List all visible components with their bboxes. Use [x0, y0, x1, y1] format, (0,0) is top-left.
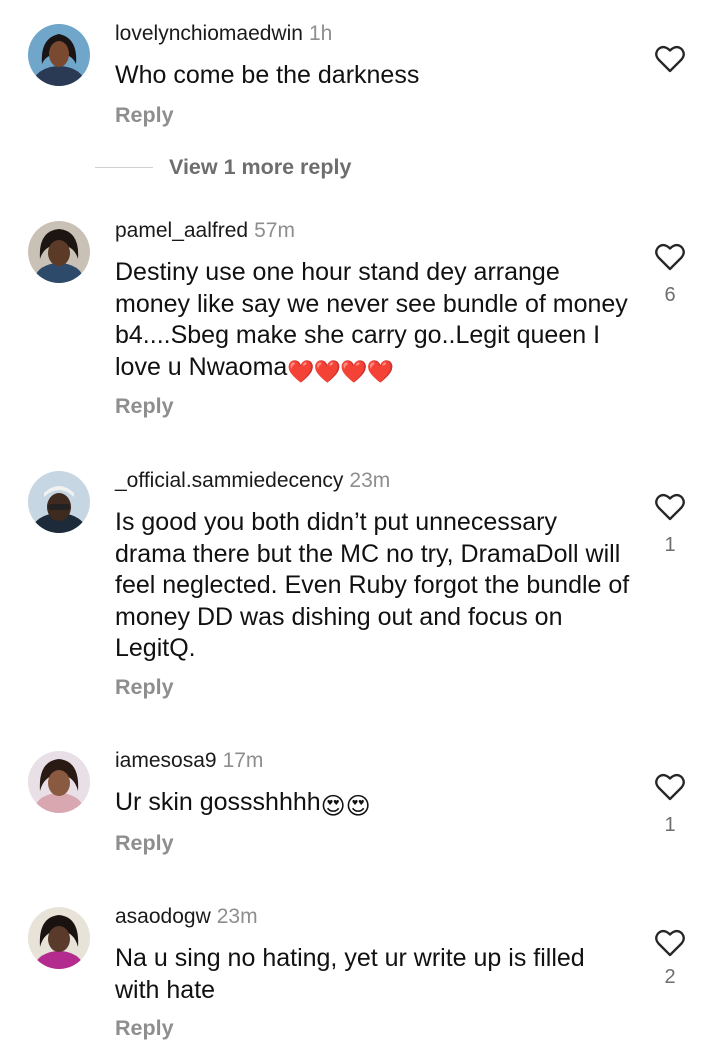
comment-item: _official.sammiedecency 23m Is good you b… — [0, 450, 719, 720]
avatar[interactable] — [28, 24, 90, 86]
comment-meta: _official.sammiedecency 23m — [115, 468, 390, 494]
like-count: 2 — [664, 966, 676, 988]
heart-outline-icon — [655, 493, 685, 521]
comment-meta: lovelynchiomaedwin 1h — [115, 21, 332, 47]
timestamp: 1h — [308, 22, 333, 45]
username[interactable]: pamel_aalfred — [115, 219, 248, 242]
comment-meta: iamesosa9 17m — [115, 748, 263, 774]
username[interactable]: iamesosa9 — [115, 749, 217, 772]
heart-outline-icon — [655, 45, 685, 73]
heart-outline-icon — [655, 773, 685, 801]
avatar[interactable] — [28, 221, 90, 283]
timestamp: 23m — [349, 469, 391, 492]
avatar[interactable] — [28, 471, 90, 533]
comment-text: Is good you both didn’t put unnecessary … — [115, 507, 630, 665]
timestamp: 57m — [254, 219, 295, 242]
like-button[interactable] — [654, 929, 686, 957]
comment-item: asaodogw 23m Na u sing no hating, yet ur … — [0, 887, 719, 1040]
divider-line — [95, 166, 153, 168]
username[interactable]: _official.sammiedecency — [115, 469, 343, 492]
reply-button[interactable]: Reply — [115, 103, 174, 128]
comment-item: iamesosa9 17m Ur skin gossshhhh😍😍 Reply 1 — [0, 730, 719, 890]
view-more-replies-label[interactable]: View 1 more reply — [169, 155, 351, 180]
heart-eyes-emoji: 😍😍 — [320, 793, 371, 820]
comment-body: Ur skin gossshhhh — [115, 788, 321, 816]
like-button[interactable] — [654, 493, 686, 521]
like-button[interactable] — [654, 773, 686, 801]
avatar[interactable] — [28, 751, 90, 813]
like-count: 6 — [664, 284, 676, 306]
comment-item: pamel_aalfred 57m Destiny use one hour st… — [0, 200, 719, 430]
comment-meta: pamel_aalfred 57m — [115, 218, 295, 244]
heart-outline-icon — [655, 243, 685, 271]
like-count: 1 — [664, 814, 676, 836]
reply-button[interactable]: Reply — [115, 394, 174, 419]
timestamp: 17m — [222, 749, 264, 772]
like-button[interactable] — [654, 243, 686, 271]
like-count: 1 — [664, 534, 676, 556]
comment-text: Na u sing no hating, yet ur write up is … — [115, 943, 630, 1006]
reply-button[interactable]: Reply — [115, 675, 174, 700]
reply-button[interactable]: Reply — [115, 831, 174, 856]
comment-text: Who come be the darkness — [115, 60, 630, 92]
username[interactable]: asaodogw — [115, 905, 211, 928]
comment-meta: asaodogw 23m — [115, 904, 258, 930]
username[interactable]: lovelynchiomaedwin — [115, 22, 303, 45]
like-button[interactable] — [654, 45, 686, 73]
avatar[interactable] — [28, 907, 90, 969]
red-heart-emoji: ❤️❤️❤️❤️ — [287, 358, 394, 384]
reply-button[interactable]: Reply — [115, 1016, 174, 1041]
comment-body: Na u sing no hating, yet ur write up is … — [115, 944, 585, 1004]
comment-text: Ur skin gossshhhh😍😍 — [115, 787, 630, 823]
comment-body: Who come be the darkness — [115, 61, 420, 89]
comment-item: lovelynchiomaedwin 1h Who come be the dar… — [0, 0, 719, 150]
timestamp: 23m — [216, 905, 258, 928]
heart-outline-icon — [655, 929, 685, 957]
comment-text: Destiny use one hour stand dey arrange m… — [115, 257, 630, 387]
view-more-replies[interactable]: View 1 more reply — [95, 152, 351, 182]
comment-body: Is good you both didn’t put unnecessary … — [115, 508, 630, 662]
